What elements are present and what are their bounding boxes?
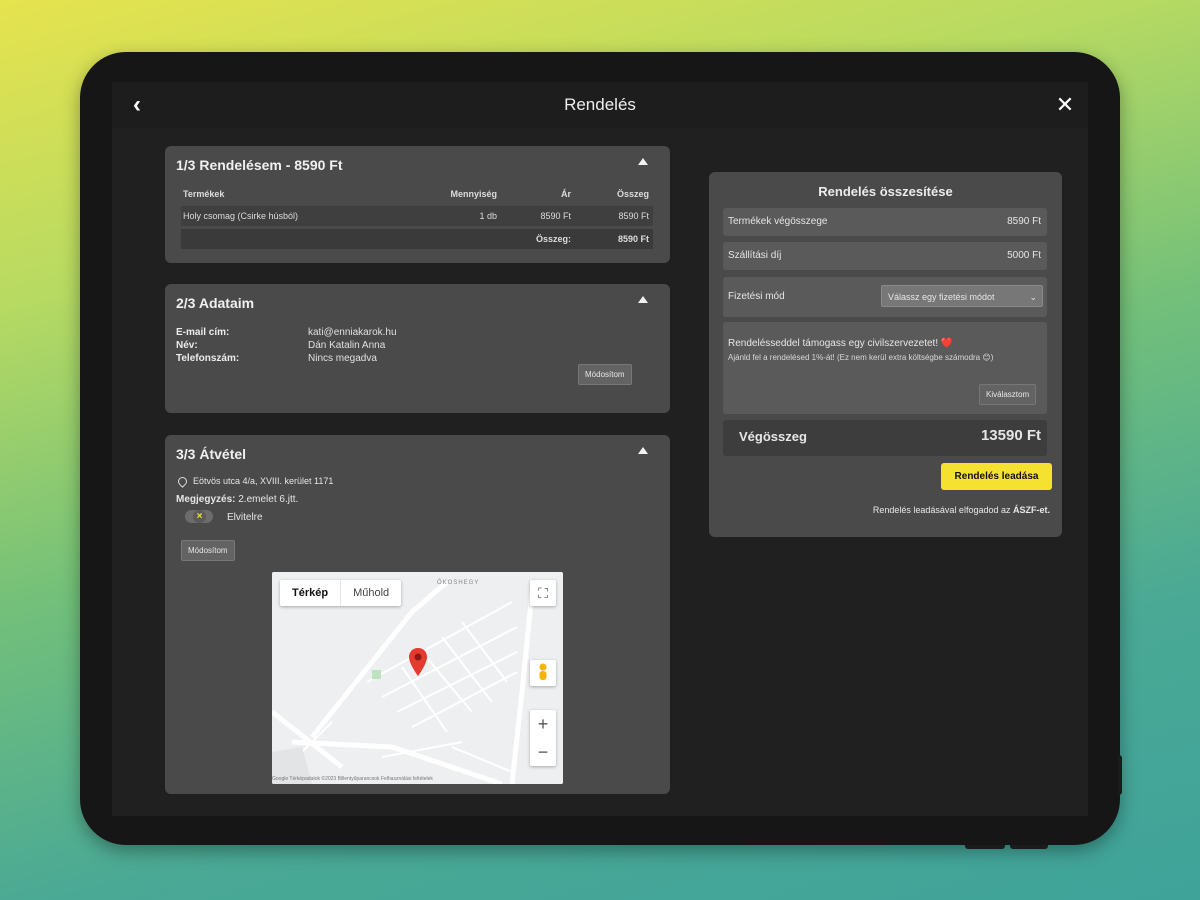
total-value: 8590 Ft [617,234,649,244]
shipping-label: Szállítási díj [728,250,782,261]
grand-total-row: Végösszeg 13590 Ft [723,420,1047,456]
column-header-products: Termékek [183,189,225,199]
charity-box: Rendelésseddel támogass egy civilszervez… [723,322,1047,414]
place-order-button[interactable]: Rendelés leadása [941,463,1052,490]
table-header-row: Termékek Mennyiség Ár Összeg [181,184,653,204]
email-label: E-mail cím: [176,327,230,338]
payment-method-select[interactable]: Válassz egy fizetési módot ⌄ [881,285,1043,307]
chevron-down-icon: ⌄ [1029,292,1037,302]
terms-notice: Rendelés leadásával elfogadod az ÁSZF-et… [873,505,1050,515]
hardware-button [1010,845,1048,849]
cell-sum: 8590 Ft [618,211,649,221]
column-header-sum: Összeg [616,189,649,199]
terms-text: Rendelés leadásával elfogadod az [872,505,1011,515]
zoom-in-icon[interactable]: + [530,710,556,738]
fullscreen-icon[interactable]: ⛶ [530,580,556,606]
column-header-price: Ár [560,189,571,199]
phone-value: Nincs megadva [308,353,377,364]
toggle-x-icon: × [193,510,206,523]
terms-link[interactable]: ÁSZF-et. [1013,505,1050,515]
hardware-button [965,845,1005,849]
map-type-tabs: Térkép Műhold [280,580,402,606]
details-card-title: 2/3 Adataim [176,295,255,311]
edit-details-button[interactable]: Módosítom [578,364,632,385]
grand-total-label: Végösszeg [739,429,807,444]
map-area-label: ŐKOSHEGY [437,580,480,586]
charity-title: Rendelésseddel támogass egy civilszervez… [728,338,954,349]
cell-product-name: Holy csomag (Csirke húsból) [183,211,299,221]
street-view-pegman-icon[interactable] [530,660,556,686]
collapse-caret-icon[interactable] [638,158,648,165]
payment-select-value: Válassz egy fizetési módot [888,292,995,302]
column-header-quantity: Mennyiség [450,189,497,199]
payment-row: Fizetési mód Válassz egy fizetési módot … [723,277,1047,317]
name-value: Dán Katalin Anna [308,340,386,351]
cell-quantity: 1 db [479,211,497,221]
note-value: 2.emelet 6.jtt. [238,494,299,505]
cell-price: 8590 Ft [540,211,571,221]
phone-label: Telefonszám: [176,353,240,364]
payment-label: Fizetési mód [728,291,785,302]
choose-charity-button[interactable]: Kiválasztom [979,384,1037,405]
order-summary-card: Rendelés összesítése Termékek végösszege… [709,172,1062,537]
pickup-note: Megjegyzés: 2.emelet 6.jtt. [176,494,298,505]
shipping-value: 5000 Ft [1007,250,1041,261]
order-card-title: 1/3 Rendelésem - 8590 Ft [176,157,343,173]
takeaway-label: Elvitelre [227,512,263,523]
name-label: Név: [176,340,198,351]
products-total-value: 8590 Ft [1007,216,1041,227]
edit-pickup-button[interactable]: Módosítom [181,540,235,561]
pickup-address: Eötvös utca 4/a, XVIII. kerület 1171 [176,475,334,488]
pickup-card: 3/3 Átvétel Eötvös utca 4/a, XVIII. kerü… [165,435,670,794]
app-screen: ‹ Rendelés ✕ 1/3 Rendelésem - 8590 Ft Te… [112,82,1088,816]
details-card: 2/3 Adataim E-mail cím: kati@enniakarok.… [165,284,670,413]
charity-text: Ajánld fel a rendelésed 1%-át! (Ez nem k… [728,353,994,362]
tab-satellite[interactable]: Műhold [341,580,401,606]
email-value: kati@enniakarok.hu [308,327,397,338]
table-total-row: Összeg: 8590 Ft [181,229,653,249]
collapse-caret-icon[interactable] [638,296,648,303]
header-bar: ‹ Rendelés ✕ [112,82,1088,128]
tab-map[interactable]: Térkép [280,580,342,606]
note-label: Megjegyzés: [176,494,236,505]
pickup-card-title: 3/3 Átvétel [176,446,247,462]
grand-total-value: 13590 Ft [980,427,1041,444]
total-label: Összeg: [535,234,571,244]
shipping-row: Szállítási díj 5000 Ft [723,242,1047,270]
takeaway-toggle[interactable]: × [185,510,213,523]
location-pin-icon [176,475,189,488]
map-view[interactable]: ŐKOSHEGY Térkép Műhold ⛶ + − Google Térk… [272,572,563,784]
zoom-controls: + − [530,710,556,766]
products-total-label: Termékek végösszege [728,216,828,227]
map-marker-icon[interactable] [408,648,428,676]
order-card: 1/3 Rendelésem - 8590 Ft Termékek Mennyi… [165,146,670,263]
map-footer: Google Térképadatok ©2023 Billentyűparan… [272,776,433,782]
page-title: Rendelés [564,95,636,114]
table-row: Holy csomag (Csirke húsból) 1 db 8590 Ft… [181,206,653,226]
close-icon[interactable]: ✕ [1052,92,1078,118]
hardware-button [1118,755,1122,795]
products-total-row: Termékek végösszege 8590 Ft [723,208,1047,236]
summary-title: Rendelés összesítése [818,184,953,199]
collapse-caret-icon[interactable] [638,447,648,454]
zoom-out-icon[interactable]: − [530,738,556,766]
address-text: Eötvös utca 4/a, XVIII. kerület 1171 [193,476,334,486]
